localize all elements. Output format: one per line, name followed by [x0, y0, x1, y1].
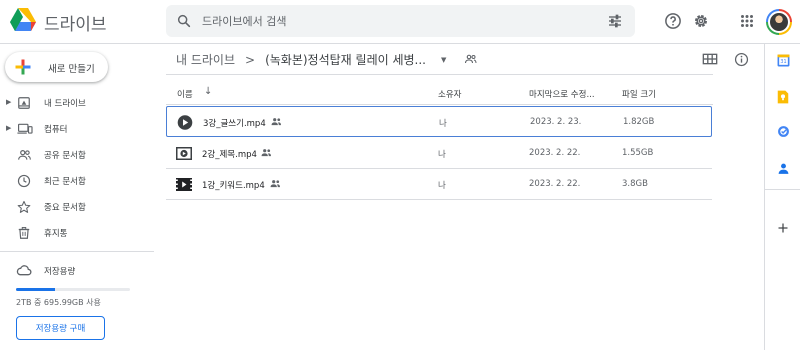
tasks-icon[interactable] [777, 125, 790, 138]
sidebar-item-computers[interactable]: ▶ 컴퓨터 [0, 119, 160, 139]
toolbar-divider [166, 74, 713, 75]
sidebar-item-shared[interactable]: 공유 문서함 [0, 145, 160, 165]
tune-icon[interactable] [607, 13, 623, 29]
sidebar-item-starred[interactable]: 중요 문서함 [0, 197, 160, 217]
storage-progress-bar [16, 288, 130, 291]
file-owner: 나 [439, 119, 447, 129]
new-button[interactable]: 새로 만들기 [5, 52, 108, 82]
search-input[interactable]: 드라이브에서 검색 [202, 13, 286, 29]
file-modified: 2023. 2. 22. [529, 148, 581, 158]
column-header-modified[interactable]: 마지막으로 수정... [529, 88, 595, 100]
svg-text:31: 31 [780, 59, 786, 65]
storage-label[interactable]: 저장용량 [44, 265, 75, 277]
sidebar-item-recent[interactable]: 최근 문서함 [0, 171, 160, 191]
sidebar-item-label: 내 드라이브 [44, 99, 86, 109]
file-size: 1.55GB [622, 148, 654, 158]
file-owner: 나 [438, 181, 446, 191]
sidebar-divider [0, 251, 154, 252]
sidebar-item-label: 중요 문서함 [44, 203, 86, 213]
buy-storage-button[interactable]: 저장용량 구매 [16, 316, 105, 340]
sidebar-item-my-drive[interactable]: ▶ 내 드라이브 [0, 93, 160, 113]
contacts-icon[interactable] [777, 162, 790, 175]
column-header-owner: 소유자 [438, 90, 462, 100]
calendar-icon[interactable]: 31 [777, 54, 790, 67]
help-icon[interactable] [664, 12, 682, 30]
keep-icon[interactable] [777, 90, 789, 104]
sidebar-item-trash[interactable]: 휴지통 [0, 223, 160, 243]
search-bar[interactable]: 드라이브에서 검색 [166, 5, 635, 37]
clock-icon [17, 174, 31, 188]
column-header-name[interactable]: 이름 [177, 88, 193, 100]
star-icon [17, 200, 31, 213]
table-row[interactable]: 1강_키워드.mp4 나 2023. 2. 22. 3.8GB [166, 169, 712, 200]
table-row[interactable]: 3강_글쓰기.mp4 나 2023. 2. 23. 1.82GB [166, 106, 712, 137]
sidebar-item-label: 최근 문서함 [44, 177, 86, 187]
sidebar-item-label: 컴퓨터 [44, 125, 68, 135]
folder-menu-dropdown-icon[interactable]: ▼ [441, 56, 446, 64]
video-file-icon [177, 115, 193, 130]
drive-logo-icon [10, 8, 36, 31]
video-file-icon [176, 178, 192, 191]
sidebar-item-label: 휴지통 [44, 229, 68, 239]
file-owner: 나 [438, 150, 446, 160]
sort-arrow-icon[interactable]: ↓ [204, 86, 212, 97]
header-divider [166, 104, 713, 105]
file-name: 1강_키워드.mp4 [202, 181, 265, 191]
drive-icon [18, 97, 30, 109]
search-icon[interactable] [176, 13, 192, 29]
shared-icon [18, 150, 31, 160]
drive-logo[interactable] [10, 8, 36, 31]
breadcrumb-separator: > [245, 52, 256, 67]
shared-folder-icon [465, 54, 477, 64]
drive-app: 드라이브 드라이브에서 검색 새로 만들기 ▶ 내 드라이브 ▶ 컴퓨터 공유 … [0, 0, 800, 350]
breadcrumb-root[interactable]: 내 드라이브 [176, 51, 235, 68]
apps-icon[interactable] [738, 12, 756, 30]
storage-usage-text: 2TB 중 695.99GB 사용 [16, 298, 101, 307]
video-file-icon [176, 147, 192, 160]
avatar[interactable] [766, 9, 792, 35]
file-size: 1.82GB [623, 117, 655, 127]
expand-caret-icon[interactable]: ▶ [6, 98, 11, 106]
app-title: 드라이브 [44, 15, 107, 34]
cloud-icon [16, 265, 32, 276]
new-button-label: 새로 만들기 [48, 64, 95, 75]
breadcrumb-current[interactable]: (녹화본)정석탑재 릴레이 세병... [265, 51, 426, 68]
table-row[interactable]: 2강_제목.mp4 나 2023. 2. 22. 1.55GB [166, 138, 712, 169]
trash-icon [18, 226, 30, 239]
add-icon[interactable] [777, 222, 789, 234]
file-name: 3강_글쓰기.mp4 [203, 119, 266, 129]
shared-file-icon [271, 118, 281, 126]
side-panel: 31 [764, 44, 800, 350]
storage-progress-fill [16, 288, 55, 291]
computer-icon [17, 123, 33, 134]
breadcrumb: 내 드라이브 > (녹화본)정석탑재 릴레이 세병... [176, 51, 426, 68]
file-size: 3.8GB [622, 179, 648, 189]
shared-file-icon [270, 180, 280, 188]
file-name: 2강_제목.mp4 [202, 150, 257, 160]
settings-icon[interactable] [692, 12, 710, 30]
file-modified: 2023. 2. 23. [530, 117, 582, 127]
top-bar: 드라이브 드라이브에서 검색 [0, 0, 800, 44]
expand-caret-icon[interactable]: ▶ [6, 124, 11, 132]
sidebar-item-label: 공유 문서함 [44, 151, 86, 161]
info-icon[interactable] [734, 52, 749, 67]
column-header-size[interactable]: 파일 크기 [622, 88, 656, 100]
shared-file-icon [261, 149, 271, 157]
plus-icon [15, 59, 31, 75]
grid-view-icon[interactable] [702, 52, 718, 66]
side-panel-divider [765, 189, 800, 190]
file-modified: 2023. 2. 22. [529, 179, 581, 189]
